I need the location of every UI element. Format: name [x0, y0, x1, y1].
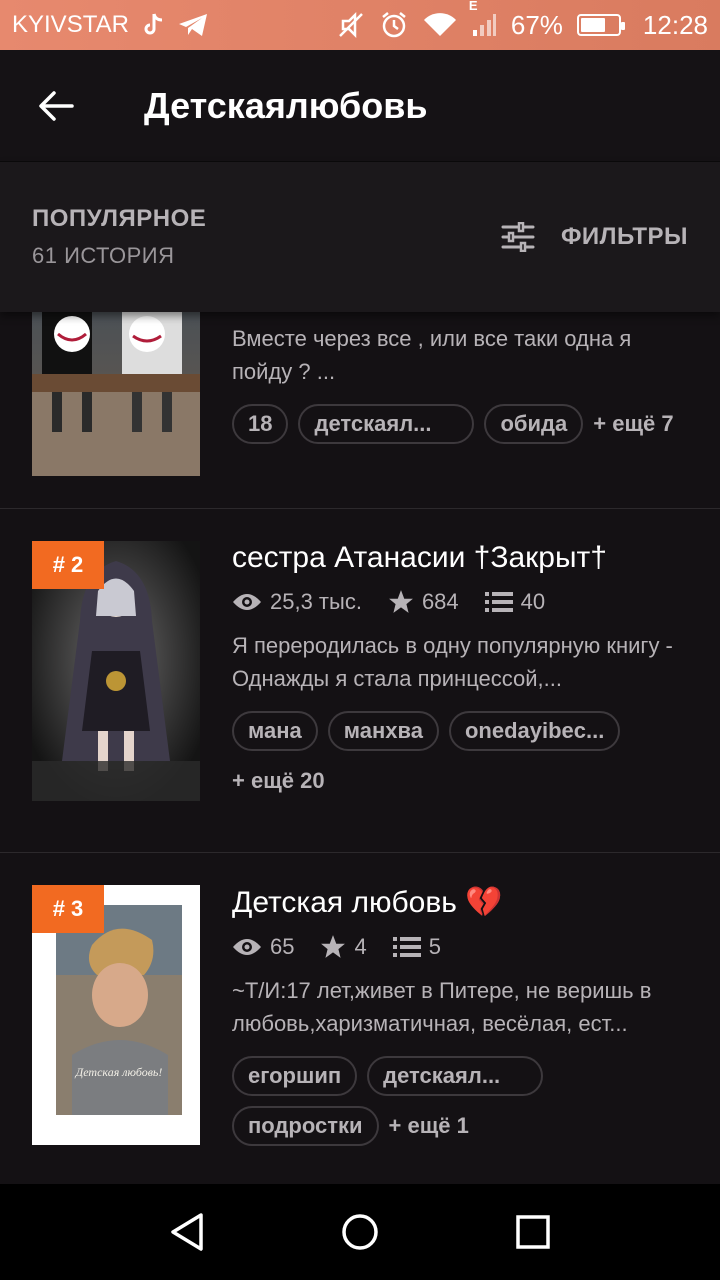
- alarm-icon: [379, 10, 409, 40]
- story-stats: 25,3 тыс. 684 40: [232, 589, 688, 615]
- network-type: E: [468, 0, 478, 13]
- more-tags-link[interactable]: + ещё 1: [389, 1106, 469, 1146]
- more-tags-link[interactable]: + ещё 20: [232, 761, 325, 801]
- tag-chip[interactable]: onedayibec...: [448, 711, 621, 751]
- battery-icon: [576, 14, 625, 36]
- filters-button[interactable]: ФИЛЬТРЫ: [501, 222, 688, 252]
- story-item[interactable]: Детская любовь! # 3 Детская любовь 💔 65 …: [0, 853, 720, 1184]
- mute-icon: [337, 11, 365, 39]
- story-tags: 18 детскаял... обида + ещё 7: [232, 404, 688, 444]
- votes-count: 684: [421, 589, 459, 614]
- cover-caption: Детская любовь!: [75, 1065, 163, 1079]
- views-count: 25,3 тыс.: [270, 589, 362, 614]
- more-tags-link[interactable]: + ещё 7: [593, 404, 673, 444]
- wifi-icon: [423, 12, 457, 38]
- tiktok-icon: [141, 12, 165, 38]
- story-item[interactable]: Вместе через все , или все таки одна я п…: [0, 312, 720, 509]
- telegram-icon: [177, 12, 209, 38]
- parts-count: 5: [428, 934, 441, 959]
- battery-level: [580, 18, 605, 32]
- recents-square-icon: [516, 1215, 551, 1249]
- story-item[interactable]: # 2 сестра Атанасии †Закрыт† 25,3 тыс. 6…: [0, 509, 720, 853]
- tag-chip[interactable]: подростки: [232, 1106, 379, 1146]
- rank-badge: # 2: [32, 541, 104, 589]
- arrow-left-icon: [39, 90, 74, 121]
- back-button[interactable]: [0, 50, 112, 162]
- list-header: ПОПУЛЯРНОЕ 61 ИСТОРИЯ ФИЛЬТРЫ: [0, 162, 720, 312]
- tag-chip[interactable]: манхва: [327, 711, 439, 751]
- nav-back-button[interactable]: [147, 1192, 227, 1272]
- signal-icon: E: [469, 0, 497, 38]
- app-bar: Детскаялюбовь: [0, 50, 720, 162]
- tag-chip[interactable]: егоршип: [232, 1056, 358, 1096]
- rank-badge: # 3: [32, 885, 104, 933]
- story-description: Вместе через все , или все таки одна я п…: [232, 326, 632, 384]
- tag-chip[interactable]: 18: [232, 404, 289, 444]
- sort-label[interactable]: ПОПУЛЯРНОЕ: [32, 205, 206, 233]
- story-cover[interactable]: [32, 312, 200, 484]
- story-cover[interactable]: # 2: [32, 541, 200, 801]
- tag-chip[interactable]: детскаял...: [367, 1056, 544, 1096]
- votes-count: 4: [354, 934, 367, 959]
- story-tags: мана манхва onedayibec... + ещё 20: [232, 711, 688, 801]
- battery-percent: 67%: [510, 9, 563, 40]
- back-triangle-icon: [170, 1213, 203, 1251]
- nav-recents-button[interactable]: [493, 1192, 573, 1272]
- tag-chip[interactable]: обида: [484, 404, 584, 444]
- carrier-name: KYIVSTAR: [12, 11, 129, 38]
- filters-label: ФИЛЬТРЫ: [560, 223, 688, 250]
- list-icon: [392, 937, 421, 957]
- eye-icon: [233, 594, 261, 610]
- cover-image: [32, 312, 200, 476]
- story-cover[interactable]: Детская любовь! # 3: [32, 885, 200, 1145]
- story-tags: егоршип детскаял... подростки + ещё 1: [232, 1056, 688, 1146]
- story-description: ~Т/И:17 лет,живет в Питере, не веришь в …: [232, 978, 652, 1036]
- story-stats: 65 4 5: [232, 934, 688, 960]
- sliders-icon: [501, 222, 535, 252]
- nav-home-button[interactable]: [320, 1192, 400, 1272]
- clock: 12:28: [642, 9, 708, 40]
- star-icon: [389, 590, 413, 613]
- tag-chip[interactable]: мана: [232, 711, 318, 751]
- story-list[interactable]: Вместе через все , или все таки одна я п…: [0, 312, 720, 1184]
- status-bar: KYIVSTAR E 67% 12:28: [0, 0, 720, 50]
- star-icon: [321, 935, 346, 958]
- system-nav-bar: [0, 1184, 720, 1280]
- tag-chip[interactable]: детскаял...: [298, 404, 475, 444]
- eye-icon: [233, 939, 261, 955]
- story-description: Я переродилась в одну популярную книгу -…: [232, 633, 673, 691]
- views-count: 65: [270, 934, 295, 959]
- story-title[interactable]: Детская любовь 💔: [232, 885, 688, 920]
- story-count: 61 ИСТОРИЯ: [32, 243, 175, 268]
- list-icon: [484, 592, 513, 612]
- page-title: Детскаялюбовь: [144, 84, 428, 126]
- parts-count: 40: [520, 589, 546, 614]
- story-title[interactable]: сестра Атанасии †Закрыт†: [232, 541, 688, 575]
- home-circle-icon: [342, 1214, 378, 1250]
